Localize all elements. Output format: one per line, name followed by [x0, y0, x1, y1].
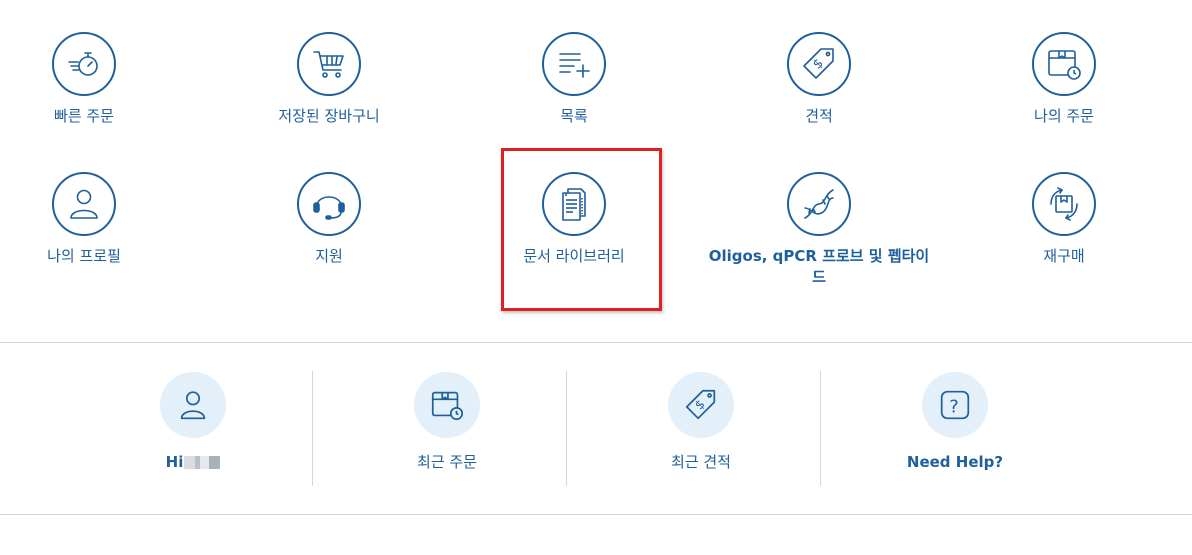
- user-profile-icon: [52, 172, 116, 236]
- lists-tile[interactable]: 목록: [474, 32, 674, 127]
- redacted-name: [184, 456, 221, 469]
- tile-label: 재구매: [1043, 247, 1085, 265]
- help-question-icon: ?: [922, 372, 988, 438]
- tile-label: Oligos, qPCR 프로브 및 펩타이드: [708, 247, 930, 286]
- separator: [312, 371, 313, 486]
- headset-support-icon: [297, 172, 361, 236]
- shopping-cart-icon: [297, 32, 361, 96]
- my-orders-tile[interactable]: 나의 주문: [964, 32, 1164, 127]
- tile-label: 목록: [560, 107, 588, 125]
- recent-orders-label: 최근 주문: [417, 453, 477, 471]
- support-tile[interactable]: 지원: [229, 172, 429, 267]
- recent-order-box-icon: [414, 372, 480, 438]
- tile-label: 저장된 장바구니: [278, 107, 380, 125]
- tile-label: 견적: [805, 107, 833, 125]
- divider-bottom: [0, 514, 1192, 515]
- price-tag-dollar-icon: $: [787, 32, 851, 96]
- quick-order-stopwatch-icon: [52, 32, 116, 96]
- oligos-tile[interactable]: Oligos, qPCR 프로브 및 펩타이드: [709, 172, 929, 288]
- recent-quotes-label: 최근 견적: [671, 453, 731, 471]
- need-help-link[interactable]: ? Need Help?: [828, 372, 1082, 472]
- highlight-box: [501, 148, 662, 311]
- separator: [820, 371, 821, 486]
- order-box-clock-icon: [1032, 32, 1096, 96]
- greeting-label: Hi: [66, 452, 320, 472]
- tile-label: 나의 주문: [1034, 107, 1094, 125]
- reorder-tile[interactable]: 재구매: [964, 172, 1164, 267]
- quotes-tile[interactable]: $ 견적: [719, 32, 919, 127]
- recent-quote-tag-icon: $: [668, 372, 734, 438]
- tile-label: 지원: [315, 247, 343, 265]
- need-help-label: Need Help?: [906, 453, 1004, 471]
- account-greeting[interactable]: Hi: [66, 372, 320, 472]
- divider-top: [0, 342, 1192, 343]
- my-profile-tile[interactable]: 나의 프로필: [0, 172, 184, 267]
- user-icon: [160, 372, 226, 438]
- quick-order-tile[interactable]: 빠른 주문: [0, 32, 184, 127]
- tile-label: 나의 프로필: [47, 247, 121, 265]
- dna-helix-icon: [787, 172, 851, 236]
- list-add-icon: [542, 32, 606, 96]
- separator: [566, 371, 567, 486]
- tile-label: 빠른 주문: [54, 107, 114, 125]
- saved-cart-tile[interactable]: 저장된 장바구니: [229, 32, 429, 127]
- recent-quotes-link[interactable]: $ 최근 견적: [574, 372, 828, 472]
- reorder-box-icon: [1032, 172, 1096, 236]
- recent-orders-link[interactable]: 최근 주문: [320, 372, 574, 472]
- svg-text:?: ?: [949, 397, 959, 418]
